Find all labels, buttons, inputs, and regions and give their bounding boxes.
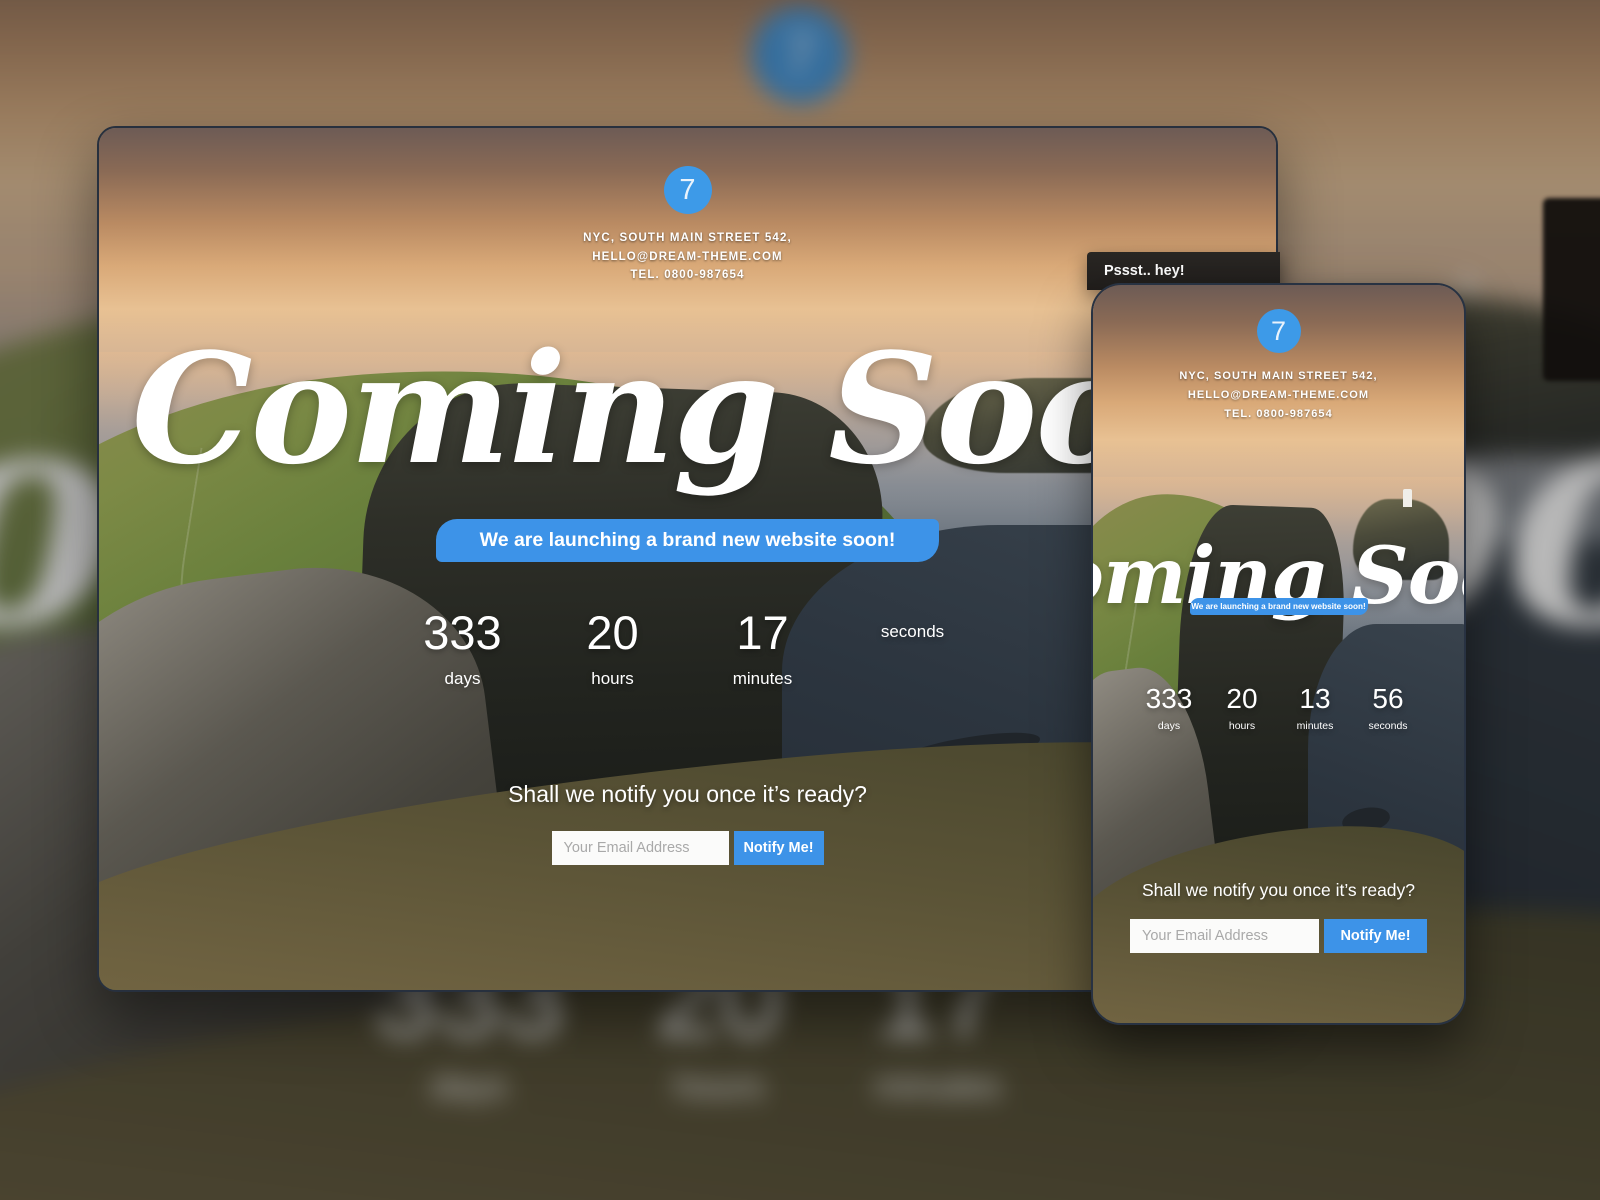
mobile-countdown-label-seconds: seconds bbox=[1368, 720, 1408, 733]
tagline-ribbon: We are launching a brand new website soo… bbox=[436, 518, 939, 562]
backdrop-countdown-label: minutes bbox=[874, 1066, 1001, 1107]
mobile-countdown-value-minutes: 13 bbox=[1299, 683, 1331, 715]
countdown-label-minutes: minutes bbox=[732, 668, 793, 688]
mobile-notify-heading: Shall we notify you once it’s ready? bbox=[1141, 880, 1416, 901]
mobile-countdown-label-days: days bbox=[1157, 720, 1181, 733]
mobile-countdown-unit-days: 333 days bbox=[1140, 683, 1199, 733]
mobile-countdown-value-seconds: 56 bbox=[1372, 683, 1404, 715]
mobile-email-input[interactable] bbox=[1130, 919, 1319, 954]
countdown-label-seconds: seconds bbox=[880, 621, 945, 641]
showcase-scene: 7 Coming Soon 333 days 20 hours 17 minut… bbox=[0, 0, 1600, 1200]
pssst-hey-label: Pssst.. hey! bbox=[1104, 263, 1185, 279]
contact-phone[interactable]: TEL. 0800-987654 bbox=[583, 266, 792, 285]
mobile-contact-address: NYC, SOUTH MAIN STREET 542, bbox=[1179, 370, 1378, 382]
backdrop-badge-number: 7 bbox=[784, 23, 816, 87]
mobile-notify-form: Notify Me! bbox=[1130, 919, 1427, 954]
mobile-contact-info: NYC, SOUTH MAIN STREET 542, HELLO@DREAM-… bbox=[1179, 367, 1377, 424]
email-input[interactable] bbox=[551, 830, 729, 865]
countdown-label-days: days bbox=[444, 668, 481, 688]
countdown-timer: 333 days 20 hours 17 minutes seconds bbox=[407, 609, 969, 689]
countdown-value-minutes: 17 bbox=[736, 605, 789, 659]
contact-info: NYC, SOUTH MAIN STREET 542, HELLO@DREAM-… bbox=[583, 229, 792, 285]
mobile-countdown-unit-seconds: 56 seconds bbox=[1359, 683, 1418, 733]
countdown-value-days: 333 bbox=[423, 605, 502, 659]
notify-me-button[interactable]: Notify Me! bbox=[733, 830, 824, 865]
mobile-contact-email[interactable]: HELLO@DREAM-THEME.COM bbox=[1179, 386, 1377, 405]
logo-badge-number: 7 bbox=[679, 173, 696, 206]
mobile-countdown-value-days: 333 bbox=[1145, 683, 1193, 715]
tagline-text: We are launching a brand new website soo… bbox=[479, 528, 896, 551]
mobile-countdown-unit-minutes: 13 minutes bbox=[1286, 683, 1345, 733]
notify-form: Notify Me! bbox=[551, 830, 824, 865]
contact-address: NYC, SOUTH MAIN STREET 542, bbox=[583, 232, 792, 244]
mobile-logo-badge-number: 7 bbox=[1270, 315, 1287, 346]
mobile-tagline-ribbon: We are launching a brand new website soo… bbox=[1189, 598, 1368, 615]
mobile-logo-badge[interactable]: 7 bbox=[1256, 309, 1301, 353]
countdown-unit-hours: 20 hours bbox=[557, 609, 669, 689]
mobile-tagline-text: We are launching a brand new website soo… bbox=[1191, 602, 1366, 611]
countdown-unit-seconds: seconds bbox=[857, 609, 969, 689]
page-title: Coming Soon bbox=[131, 318, 1246, 498]
backdrop-logo-badge: 7 bbox=[751, 6, 849, 104]
contact-email[interactable]: HELLO@DREAM-THEME.COM bbox=[583, 248, 792, 267]
offscreen-panel-edge bbox=[1543, 198, 1600, 381]
backdrop-countdown-label: days bbox=[430, 1066, 507, 1107]
mobile-countdown-unit-hours: 20 hours bbox=[1213, 683, 1272, 733]
mobile-countdown-label-hours: hours bbox=[1228, 720, 1256, 733]
mobile-contact-phone[interactable]: TEL. 0800-987654 bbox=[1179, 405, 1377, 424]
mobile-mockup: 7 NYC, SOUTH MAIN STREET 542, HELLO@DREA… bbox=[1091, 283, 1466, 1025]
mobile-page: 7 NYC, SOUTH MAIN STREET 542, HELLO@DREA… bbox=[1093, 285, 1464, 1023]
countdown-unit-minutes: 17 minutes bbox=[707, 609, 819, 689]
countdown-unit-days: 333 days bbox=[407, 609, 519, 689]
mobile-countdown-timer: 333 days 20 hours 13 minutes 56 seconds bbox=[1140, 683, 1418, 733]
mobile-countdown-label-minutes: minutes bbox=[1296, 720, 1334, 733]
mobile-countdown-value-hours: 20 bbox=[1226, 683, 1258, 715]
backdrop-countdown-label: hours bbox=[674, 1066, 765, 1107]
countdown-label-hours: hours bbox=[591, 668, 634, 688]
notify-heading: Shall we notify you once it’s ready? bbox=[508, 780, 867, 807]
logo-badge[interactable]: 7 bbox=[663, 166, 712, 214]
mobile-notify-me-button[interactable]: Notify Me! bbox=[1324, 919, 1427, 954]
countdown-value-hours: 20 bbox=[586, 605, 639, 659]
